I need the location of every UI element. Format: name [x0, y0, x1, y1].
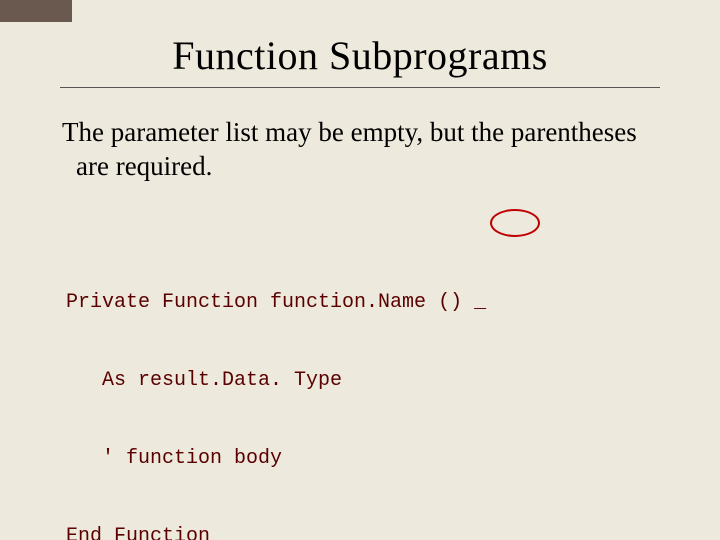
code-line-1: Private Function function.Name () _ [66, 290, 660, 316]
slide-title: Function Subprograms [60, 32, 660, 79]
corner-accent [0, 0, 72, 22]
code-line-2: As result.Data. Type [66, 368, 660, 394]
code-l1-c: _ [462, 291, 486, 314]
code-line-4: End Function [66, 524, 660, 540]
slide-content: Function Subprograms The parameter list … [0, 0, 720, 540]
code-block: Private Function function.Name () _ As r… [60, 212, 660, 540]
title-rule [60, 87, 660, 88]
code-l1-parens: () [438, 291, 462, 314]
code-line-3: ' function body [66, 446, 660, 472]
code-l1-a: Private Function function.Name [66, 291, 438, 314]
body-paragraph: The parameter list may be empty, but the… [60, 116, 660, 184]
emphasis-oval-icon [490, 209, 540, 237]
